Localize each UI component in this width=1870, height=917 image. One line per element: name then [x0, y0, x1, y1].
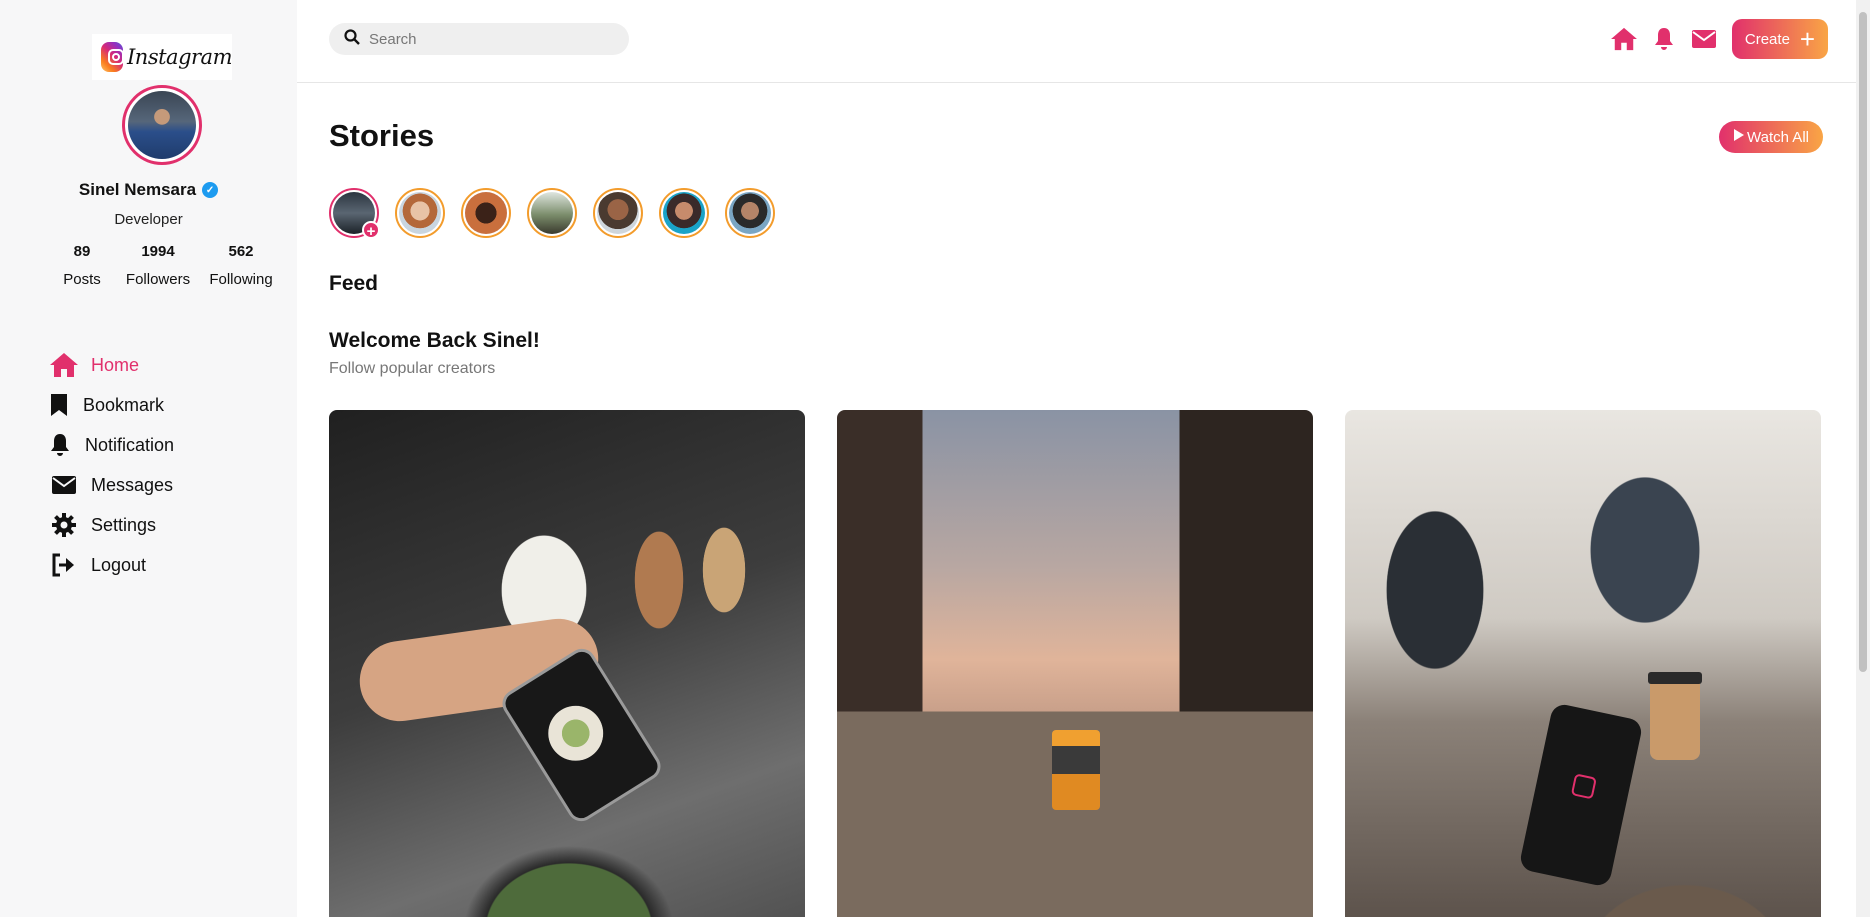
topbar-actions: Create +	[1604, 19, 1828, 59]
sidebar-item-label: Notification	[85, 434, 175, 455]
sidebar-item-label: Home	[91, 354, 140, 375]
sidebar-item-label: Bookmark	[83, 394, 165, 415]
logout-icon	[49, 553, 79, 577]
sidebar-item-messages[interactable]: Messages	[49, 465, 174, 505]
topbar: Create +	[297, 0, 1856, 83]
feed-title: Feed	[329, 272, 379, 295]
watch-all-button[interactable]: Watch All	[1719, 121, 1823, 153]
logo-text: Instagram	[127, 45, 232, 69]
instagram-logo[interactable]: Instagram	[92, 34, 232, 80]
stat-followers-label: Followers	[125, 271, 191, 288]
story-own[interactable]: +	[329, 188, 380, 240]
stat-followers[interactable]: 1994 Followers	[118, 243, 198, 288]
watch-all-label: Watch All	[1747, 128, 1809, 146]
instagram-icon	[101, 42, 125, 72]
sidebar-item-logout[interactable]: Logout	[49, 545, 174, 585]
play-icon	[1733, 128, 1745, 146]
bell-icon[interactable]	[1644, 19, 1684, 59]
search-icon	[344, 28, 360, 50]
sidebar-nav: Home Bookmark Notification Messages Sett…	[49, 345, 174, 585]
story-item[interactable]	[461, 188, 511, 238]
profile-name-row: Sinel Nemsara ✓	[0, 180, 297, 200]
story-item[interactable]	[527, 188, 577, 238]
scrollbar-thumb[interactable]	[1859, 12, 1867, 672]
welcome-subtitle: Follow popular creators	[329, 360, 496, 377]
story-item[interactable]	[725, 188, 775, 238]
home-icon	[49, 352, 79, 378]
profile-role: Developer	[114, 211, 183, 228]
story-item[interactable]	[395, 188, 445, 238]
story-item[interactable]	[659, 188, 709, 238]
bell-icon	[49, 433, 71, 457]
post-image-cup	[1648, 672, 1702, 760]
page-scrollbar[interactable]	[1856, 0, 1870, 917]
story-avatar	[597, 192, 639, 234]
story-avatar	[729, 192, 771, 234]
avatar-image	[128, 91, 196, 159]
plus-icon: +	[1799, 24, 1816, 54]
stat-following-value: 562	[228, 243, 254, 260]
stat-posts-label: Posts	[63, 271, 101, 288]
profile-avatar[interactable]	[122, 85, 202, 165]
story-item[interactable]	[593, 188, 643, 238]
sidebar-item-label: Logout	[91, 554, 147, 575]
search-input[interactable]	[369, 30, 609, 48]
sidebar-item-settings[interactable]: Settings	[49, 505, 174, 545]
bookmark-icon	[49, 393, 69, 417]
story-avatar	[663, 192, 705, 234]
verified-badge-icon: ✓	[202, 182, 219, 198]
envelope-icon[interactable]	[1684, 19, 1724, 59]
stat-posts-value: 89	[73, 243, 91, 260]
stat-following-label: Following	[209, 271, 273, 288]
home-icon[interactable]	[1604, 19, 1644, 59]
envelope-icon	[49, 475, 79, 495]
sidebar-item-notification[interactable]: Notification	[49, 425, 174, 465]
sidebar-item-home[interactable]: Home	[49, 345, 174, 385]
post-image-tram	[1052, 730, 1100, 810]
search-box[interactable]	[329, 23, 629, 55]
sidebar-item-label: Messages	[91, 474, 174, 495]
gear-icon	[49, 512, 79, 538]
story-avatar	[399, 192, 441, 234]
story-avatar	[465, 192, 507, 234]
post-card-cafe-phone[interactable]	[1345, 410, 1821, 917]
create-button[interactable]: Create +	[1732, 19, 1828, 59]
stories-title: Stories	[329, 118, 435, 153]
welcome-heading: Welcome Back Sinel!	[329, 329, 540, 352]
stat-posts[interactable]: 89 Posts	[56, 243, 108, 288]
sidebar-item-bookmark[interactable]: Bookmark	[49, 385, 174, 425]
create-button-label: Create	[1744, 30, 1790, 48]
sidebar-item-label: Settings	[91, 514, 157, 535]
stat-followers-value: 1994	[141, 243, 175, 260]
stat-following[interactable]: 562 Following	[206, 243, 276, 288]
profile-stats: 89 Posts 1994 Followers 562 Following	[56, 243, 276, 288]
add-story-icon[interactable]: +	[362, 221, 380, 240]
sidebar: Instagram Sinel Nemsara ✓ Developer 89 P…	[0, 0, 297, 917]
profile-name: Sinel Nemsara	[78, 180, 197, 199]
post-card-food-photo[interactable]	[329, 410, 805, 917]
story-avatar	[531, 192, 573, 234]
feed-posts	[329, 410, 1821, 917]
post-image-phone	[1518, 702, 1644, 888]
stories-row: +	[329, 188, 775, 240]
post-card-street-tram[interactable]	[837, 410, 1313, 917]
